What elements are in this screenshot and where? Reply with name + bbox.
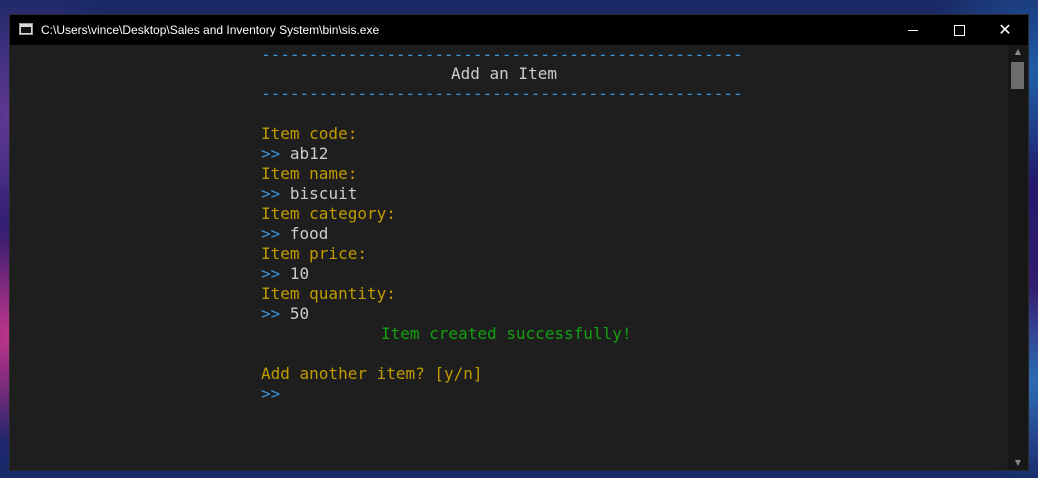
scroll-up-arrow-icon[interactable]: ▲ [1008, 45, 1028, 59]
maximize-button[interactable] [936, 15, 982, 45]
separator-top: ----------------------------------------… [261, 45, 743, 64]
minimize-button[interactable] [890, 15, 936, 45]
close-button[interactable]: ✕ [982, 15, 1028, 45]
field-label-category: Item category: [261, 204, 396, 223]
field-value-category: food [289, 224, 329, 243]
field-label-name: Item name: [261, 164, 358, 183]
close-icon: ✕ [998, 20, 1012, 39]
field-label-quantity: Item quantity: [261, 284, 396, 303]
field-entry-name: >> biscuit [261, 184, 357, 204]
separator-bottom: ----------------------------------------… [261, 84, 743, 103]
field-value-price: 10 [289, 264, 310, 283]
success-message: Item created successfully! [381, 324, 632, 343]
scroll-down-arrow-icon[interactable]: ▼ [1008, 456, 1028, 470]
prompt-marker: >> [261, 304, 281, 323]
vertical-scrollbar[interactable]: ▲ ▼ [1008, 45, 1028, 470]
page-title: Add an Item [451, 64, 557, 83]
field-entry-category: >> food [261, 224, 328, 244]
console-output[interactable]: ----------------------------------------… [10, 45, 1008, 470]
window-title: C:\Users\vince\Desktop\Sales and Invento… [41, 23, 380, 37]
title-bar[interactable]: C:\Users\vince\Desktop\Sales and Invento… [10, 15, 1028, 45]
prompt-marker: >> [261, 184, 281, 203]
field-label-price: Item price: [261, 244, 367, 263]
prompt-marker: >> [261, 144, 281, 163]
console-app-icon [19, 23, 33, 35]
maximize-icon [953, 24, 965, 36]
field-value-code: ab12 [289, 144, 329, 163]
prompt-marker: >> [261, 224, 281, 243]
field-entry-code: >> ab12 [261, 144, 328, 164]
field-value-name: biscuit [289, 184, 358, 203]
add-another-prompt: Add another item? [y/n] [261, 364, 483, 383]
field-entry-price: >> 10 [261, 264, 309, 284]
field-label-code: Item code: [261, 124, 358, 143]
prompt-marker: >> [261, 264, 281, 283]
input-prompt[interactable]: >> [261, 384, 280, 404]
console-window: C:\Users\vince\Desktop\Sales and Invento… [10, 15, 1028, 470]
minimize-icon [908, 29, 918, 31]
field-entry-quantity: >> 50 [261, 304, 309, 324]
scroll-thumb[interactable] [1011, 62, 1024, 89]
field-value-quantity: 50 [289, 304, 310, 323]
